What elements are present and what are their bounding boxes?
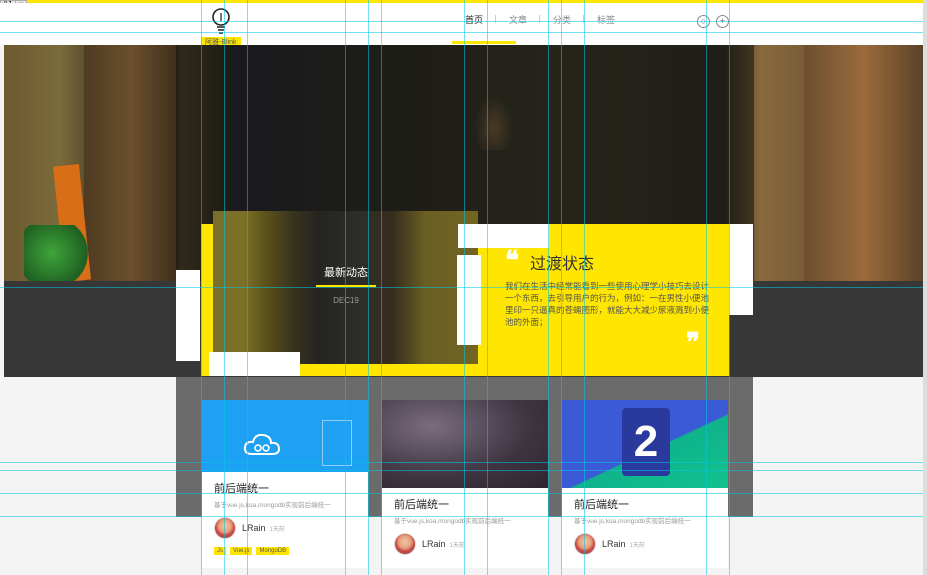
- leaves: [24, 225, 94, 281]
- tag-vuejs[interactable]: Vue.js: [230, 547, 253, 555]
- avatar[interactable]: [214, 517, 236, 539]
- avatar[interactable]: [394, 533, 416, 555]
- author-name[interactable]: LRain: [422, 539, 446, 549]
- feature-title: 最新动态: [324, 267, 368, 279]
- guide-line: [0, 287, 927, 288]
- card-author: LRain 1天前: [214, 517, 356, 539]
- nav-categories[interactable]: 分类: [540, 13, 584, 26]
- decor-block: [458, 224, 549, 248]
- nav-home[interactable]: 首页: [452, 13, 496, 26]
- card-title[interactable]: 前后端统一: [394, 496, 536, 512]
- guide-line: [0, 21, 927, 22]
- card-image[interactable]: 2: [562, 400, 728, 488]
- avatar[interactable]: [574, 533, 596, 555]
- guide-line: [0, 493, 927, 494]
- card-author: LRain 1天前: [394, 533, 536, 555]
- card-body: 前后端统一 基于vue.js,koa,mongodb实现前后端统一 LRain …: [202, 472, 368, 568]
- nav-tags[interactable]: 标签: [584, 13, 628, 26]
- card-author: LRain 1天前: [574, 533, 716, 555]
- guide-line: [0, 516, 927, 517]
- quote-close-icon: ❞: [686, 328, 700, 358]
- author-name[interactable]: LRain: [242, 523, 266, 533]
- card-image[interactable]: [382, 400, 548, 488]
- post-time: 1天前: [629, 542, 645, 549]
- tree-trunk-right: [804, 45, 924, 281]
- number-graphic: 2: [622, 408, 670, 476]
- decor-block: [209, 352, 300, 376]
- nav-active-indicator: [452, 41, 516, 44]
- decor-block: [457, 255, 481, 345]
- card-desc: 基于vue.js,koa,mongodb实现前后端统一: [214, 502, 331, 509]
- card-title[interactable]: 前后端统一: [574, 496, 716, 512]
- scrollbar[interactable]: [923, 0, 927, 575]
- decor-block: [729, 224, 753, 315]
- card-tags: Js Vue.js MongoDB: [214, 547, 356, 555]
- deer-silhouette: [474, 95, 514, 150]
- tree-trunk-left: [84, 45, 179, 281]
- guide-line: [0, 32, 927, 33]
- nav-articles[interactable]: 文章: [496, 13, 540, 26]
- main-nav: 首页 文章 分类 标签: [452, 13, 628, 26]
- tag-mongodb[interactable]: MongoDB: [256, 547, 290, 555]
- post-time: 1天前: [269, 526, 285, 533]
- card-body: 前后端统一 基于vue.js,koa,mongodb实现前后端统一 LRain …: [562, 488, 728, 568]
- phone-mockup: [322, 420, 352, 466]
- feature-date: DEC19: [316, 296, 376, 305]
- decor-block: [176, 270, 200, 361]
- cloud-icon: [243, 433, 281, 455]
- guide-line: [0, 462, 927, 463]
- card-body: 前后端统一 基于vue.js,koa,mongodb实现前后端统一 LRain …: [382, 488, 548, 568]
- post-time: 1天前: [449, 542, 465, 549]
- guide-line: [0, 470, 927, 471]
- author-name[interactable]: LRain: [602, 539, 626, 549]
- quote-open-icon: ❝: [505, 246, 519, 276]
